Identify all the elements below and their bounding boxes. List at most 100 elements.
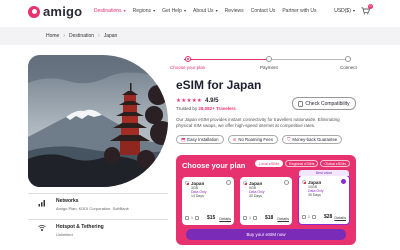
- step-choose-plan: Choose your plan: [170, 56, 205, 70]
- plan-price: $18: [265, 215, 274, 221]
- chip-no-roaming: ⊘ No Roaming Fees: [227, 135, 278, 144]
- cart-count-badge: 0: [368, 4, 373, 9]
- plan-info: 3GB Data Only 14 Days: [191, 186, 207, 199]
- install-icon: ⬒: [181, 136, 186, 142]
- breadcrumb: Home › Destination › Japan: [46, 33, 117, 39]
- logo-mark-icon: [28, 5, 40, 18]
- divider: [28, 219, 168, 220]
- no-roaming-icon: ⊘: [232, 136, 237, 142]
- feature-chips: ⬒ Easy Installation ⊘ No Roaming Fees ⛉ Mon…: [176, 135, 343, 144]
- main-nav: Destinations ▾ Regions ▾ Get Help ▾ Abou…: [94, 8, 317, 14]
- plan-details-link[interactable]: Details: [334, 216, 346, 220]
- best-value-badge: Best value: [299, 170, 349, 176]
- tab-global-esims[interactable]: Global eSIMs: [320, 160, 350, 167]
- plan-radio[interactable]: [226, 180, 231, 185]
- breadcrumb-destination[interactable]: Destination: [69, 33, 94, 39]
- nav-partner[interactable]: Partner with Us: [282, 8, 316, 14]
- network-icon: [38, 200, 45, 207]
- plan-days: 30 Days: [308, 193, 321, 198]
- chevron-down-icon: ▾: [351, 8, 355, 13]
- plan-country: Japan: [249, 180, 263, 186]
- plan-card[interactable]: Japan 3GB Data Only 14 Days 1 $15 Detail…: [182, 177, 234, 225]
- page-title: eSIM for Japan: [176, 78, 262, 92]
- feature-title: Hotspot & Tethering: [56, 224, 104, 230]
- chevron-down-icon: ▾: [152, 8, 156, 13]
- nav-about-us[interactable]: About Us ▾: [193, 8, 218, 14]
- feature-hotspot: Hotspot & Tethering Unlimited: [28, 219, 168, 243]
- feature-networks: Networks Amigo Plan: KDDI Corporation, S…: [28, 193, 168, 217]
- plan-type-tabs: Local eSIMs Regional eSIMs Global eSIMs: [255, 160, 350, 167]
- japan-flag-icon: [185, 181, 189, 185]
- nav-contact-us[interactable]: Contact Us: [251, 8, 276, 14]
- plan-details-link[interactable]: Details: [277, 217, 289, 221]
- shield-icon: ⛉: [286, 137, 291, 142]
- plus-icon[interactable]: [252, 216, 257, 220]
- plan-days: 14 Days: [191, 194, 204, 199]
- check-compatibility-button[interactable]: Check Compatibility: [292, 97, 356, 110]
- step-dot: [184, 56, 191, 62]
- star-rating-icon: ★★★★★: [176, 98, 203, 104]
- cart-icon[interactable]: 0: [361, 4, 373, 15]
- step-connect: Connect: [340, 56, 357, 70]
- hotspot-icon: [38, 225, 46, 231]
- feature-subtitle: Amigo Plan: KDDI Corporation, SoftBank: [56, 206, 129, 211]
- tab-regional-esims[interactable]: Regional eSIMs: [285, 160, 319, 167]
- nav-get-help[interactable]: Get Help ▾: [162, 8, 186, 14]
- nav-regions[interactable]: Regions ▾: [133, 8, 155, 14]
- plan-radio[interactable]: [341, 179, 346, 184]
- rating-value: 4.9/5: [205, 98, 219, 104]
- trusted-count: 28,082+ Travelers: [198, 106, 236, 111]
- minus-icon[interactable]: [302, 215, 306, 219]
- product-description: Our Japan eSIM provides instant connecti…: [176, 117, 340, 128]
- quantity-stepper[interactable]: 1: [185, 216, 199, 220]
- plan-card[interactable]: Japan 5GB Data Only 30 Days 1 $18 Detail…: [240, 177, 292, 225]
- trusted-by: Trusted by 28,082+ Travelers: [176, 106, 236, 111]
- plan-card-best-value[interactable]: Best value Japan 10GB Data Only 30 Days …: [298, 170, 350, 225]
- chevron-down-icon: ▾: [122, 8, 126, 13]
- rating: ★★★★★ 4.9/5: [176, 98, 219, 104]
- brand-name: amigo: [43, 4, 83, 19]
- minus-icon[interactable]: [185, 216, 189, 220]
- feature-title: Networks: [56, 198, 79, 204]
- buy-esim-button[interactable]: Buy your eSIM now: [186, 229, 346, 240]
- checkout-stepper: Choose your plan Payment Connect: [170, 56, 357, 76]
- chevron-down-icon: ▾: [214, 8, 218, 13]
- plan-info: 10GB Data Only 30 Days: [308, 185, 324, 198]
- plan-days: 30 Days: [249, 194, 262, 199]
- plan-radio[interactable]: [284, 180, 289, 185]
- step-payment: Payment: [260, 56, 278, 70]
- japan-flag-icon: [302, 180, 306, 184]
- step-dot: [345, 56, 352, 62]
- breadcrumb-home[interactable]: Home: [46, 33, 59, 39]
- plan-selector-panel: Choose your plan Local eSIMs Regional eS…: [176, 155, 356, 245]
- step-dot: [265, 56, 272, 62]
- amigo-logo[interactable]: amigo: [28, 4, 82, 19]
- chip-money-back: ⛉ Money-back Guarantee: [281, 135, 343, 144]
- japan-flag-icon: [243, 181, 247, 185]
- breadcrumb-japan: Japan: [103, 33, 118, 39]
- currency-selector[interactable]: USD($) ▾: [334, 8, 355, 14]
- nav-destinations[interactable]: Destinations ▾: [94, 8, 126, 14]
- divider: [28, 193, 168, 194]
- plus-icon[interactable]: [311, 215, 316, 219]
- chevron-right-icon: ›: [63, 33, 66, 39]
- plan-price: $28: [324, 214, 333, 220]
- plan-price: $15: [207, 215, 216, 221]
- header-actions: USD($) ▾ 0: [334, 4, 373, 15]
- nav-reviews[interactable]: Reviews: [225, 8, 244, 14]
- phone-icon: [298, 100, 304, 107]
- plan-details-link[interactable]: Details: [219, 217, 231, 221]
- plan-panel-title: Choose your plan: [182, 161, 246, 170]
- tab-local-esims[interactable]: Local eSIMs: [255, 160, 284, 167]
- quantity-stepper[interactable]: 1: [243, 216, 257, 220]
- plan-country: Japan: [308, 179, 322, 185]
- plus-icon[interactable]: [194, 216, 199, 220]
- chip-easy-installation: ⬒ Easy Installation: [176, 135, 224, 144]
- site-header: amigo Destinations ▾ Regions ▾ Get Help …: [0, 0, 400, 24]
- minus-icon[interactable]: [243, 216, 247, 220]
- chevron-right-icon: ›: [98, 33, 100, 39]
- quantity-stepper[interactable]: 1: [302, 215, 316, 219]
- plan-info: 5GB Data Only 30 Days: [249, 186, 265, 199]
- feature-subtitle: Unlimited: [56, 232, 73, 237]
- plan-country: Japan: [191, 180, 205, 186]
